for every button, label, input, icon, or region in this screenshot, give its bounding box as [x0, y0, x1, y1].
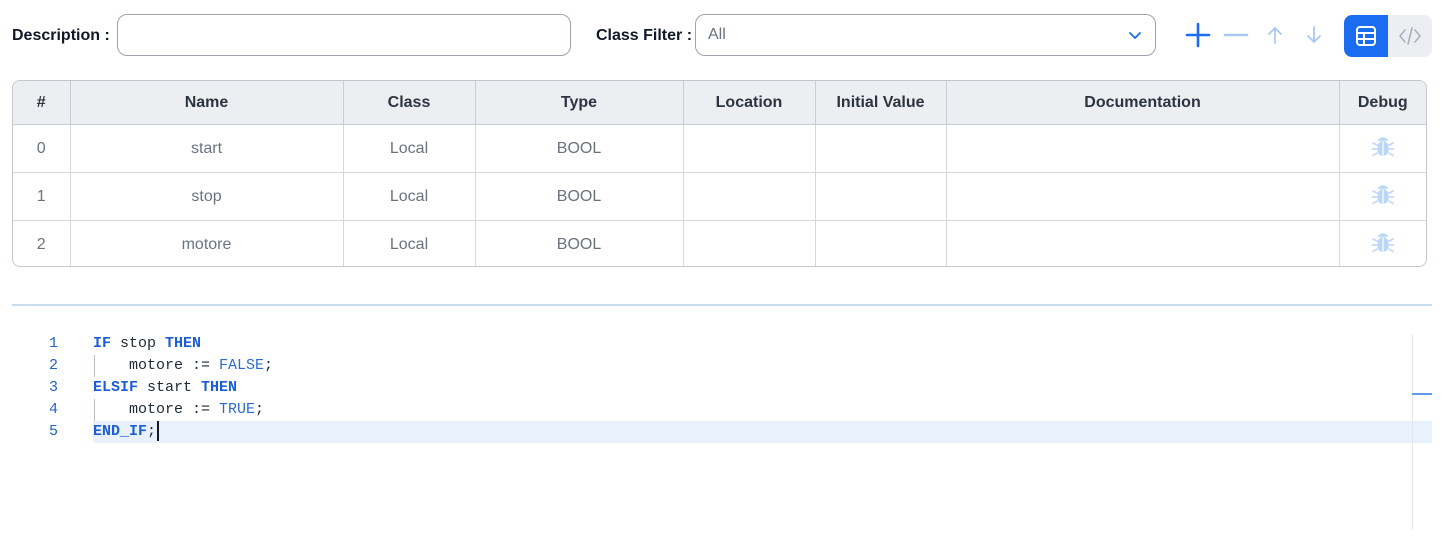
column-header-type[interactable]: Type: [475, 81, 684, 125]
scrollbar-cursor-marker: [1412, 393, 1432, 395]
column-header-documentation[interactable]: Documentation: [946, 81, 1340, 125]
cell-location[interactable]: [683, 124, 816, 173]
column-header-class[interactable]: Class: [343, 81, 476, 125]
cell-location[interactable]: [683, 172, 816, 221]
table-row[interactable]: 1 stop Local BOOL: [13, 172, 1426, 221]
cell-class[interactable]: Local: [343, 172, 476, 221]
description-input[interactable]: [117, 14, 571, 56]
code-view-button[interactable]: [1388, 15, 1432, 57]
cell-type[interactable]: BOOL: [475, 124, 684, 173]
toolbar: Description : Class Filter : All: [0, 0, 1452, 72]
code-text: IF stop THEN: [93, 333, 201, 355]
cell-index[interactable]: 1: [13, 172, 71, 221]
table-view-button[interactable]: [1344, 15, 1388, 57]
cell-name[interactable]: start: [70, 124, 344, 173]
cell-type[interactable]: BOOL: [475, 220, 684, 266]
code-editor[interactable]: 1 IF stop THEN 2 motore := FALSE; 3 ELSI…: [0, 332, 1432, 532]
table-row[interactable]: 0 start Local BOOL: [13, 124, 1426, 173]
text-cursor: [157, 421, 160, 442]
class-filter-value: All: [708, 26, 726, 43]
keyword: THEN: [201, 379, 238, 396]
bug-icon[interactable]: [1368, 180, 1398, 210]
identifier: motore :=: [93, 401, 220, 418]
literal: FALSE: [219, 357, 265, 374]
cell-initial-value[interactable]: [815, 172, 947, 221]
plus-icon: [1184, 21, 1212, 49]
code-text: motore := FALSE;: [93, 355, 273, 377]
chevron-down-icon: [1127, 27, 1143, 43]
code-icon: [1398, 25, 1422, 47]
line-number: 1: [48, 335, 58, 352]
current-line-highlight: [93, 421, 1432, 443]
minus-icon: [1222, 21, 1250, 49]
keyword: IF: [93, 335, 112, 352]
punctuation: ;: [264, 357, 274, 374]
column-header-initial-value[interactable]: Initial Value: [815, 81, 947, 125]
cell-name[interactable]: stop: [70, 172, 344, 221]
column-header-debug[interactable]: Debug: [1339, 81, 1426, 125]
cell-debug: [1339, 172, 1426, 221]
move-down-button[interactable]: [1297, 18, 1331, 52]
identifier: start: [138, 379, 202, 396]
cell-debug: [1339, 124, 1426, 173]
cell-documentation[interactable]: [946, 172, 1340, 221]
code-line[interactable]: 2 motore := FALSE;: [0, 355, 1432, 377]
identifier: stop: [111, 335, 166, 352]
cell-index[interactable]: 2: [13, 220, 71, 266]
split-divider[interactable]: [12, 304, 1432, 306]
code-line[interactable]: 3 ELSIF start THEN: [0, 377, 1432, 399]
keyword: ELSIF: [93, 379, 139, 396]
line-number: 5: [48, 423, 58, 440]
move-up-button[interactable]: [1258, 18, 1292, 52]
identifier: motore :=: [93, 357, 220, 374]
variables-table: # Name Class Type Location Initial Value…: [12, 80, 1427, 267]
column-header-index[interactable]: #: [13, 81, 71, 125]
table-header-row: # Name Class Type Location Initial Value…: [13, 81, 1426, 125]
view-toggle: [1344, 15, 1432, 57]
table-row[interactable]: 2 motore Local BOOL: [13, 220, 1426, 267]
cell-class[interactable]: Local: [343, 220, 476, 266]
keyword: THEN: [165, 335, 202, 352]
code-line[interactable]: 4 motore := TRUE;: [0, 399, 1432, 421]
cell-name[interactable]: motore: [70, 220, 344, 266]
code-line[interactable]: 1 IF stop THEN: [0, 333, 1432, 355]
column-header-name[interactable]: Name: [70, 81, 344, 125]
add-row-button[interactable]: [1181, 18, 1215, 52]
line-number: 4: [48, 401, 58, 418]
class-filter-label: Class Filter :: [596, 27, 693, 44]
code-text: motore := TRUE;: [93, 399, 264, 421]
line-number: 2: [48, 357, 58, 374]
column-header-location[interactable]: Location: [683, 81, 816, 125]
code-line-current[interactable]: 5 END_IF;: [0, 421, 1432, 443]
editor-scrollbar[interactable]: [1412, 334, 1413, 530]
cell-initial-value[interactable]: [815, 220, 947, 266]
line-number: 3: [48, 379, 58, 396]
cell-class[interactable]: Local: [343, 124, 476, 173]
bug-icon[interactable]: [1368, 228, 1398, 258]
arrow-up-icon: [1265, 25, 1285, 45]
punctuation: ;: [255, 401, 265, 418]
cell-type[interactable]: BOOL: [475, 172, 684, 221]
remove-row-button[interactable]: [1219, 18, 1253, 52]
cell-documentation[interactable]: [946, 124, 1340, 173]
literal: TRUE: [219, 401, 256, 418]
cell-location[interactable]: [683, 220, 816, 266]
keyword: END_IF: [93, 423, 148, 440]
cell-documentation[interactable]: [946, 220, 1340, 266]
code-text: ELSIF start THEN: [93, 377, 237, 399]
cell-debug: [1339, 221, 1426, 267]
cell-index[interactable]: 0: [13, 124, 71, 173]
arrow-down-icon: [1304, 25, 1324, 45]
code-text: END_IF;: [93, 421, 160, 443]
description-label: Description :: [12, 27, 110, 44]
class-filter-select[interactable]: All: [695, 14, 1156, 56]
cell-initial-value[interactable]: [815, 124, 947, 173]
punctuation: ;: [147, 423, 157, 440]
bug-icon[interactable]: [1368, 132, 1398, 162]
table-icon: [1355, 25, 1377, 47]
